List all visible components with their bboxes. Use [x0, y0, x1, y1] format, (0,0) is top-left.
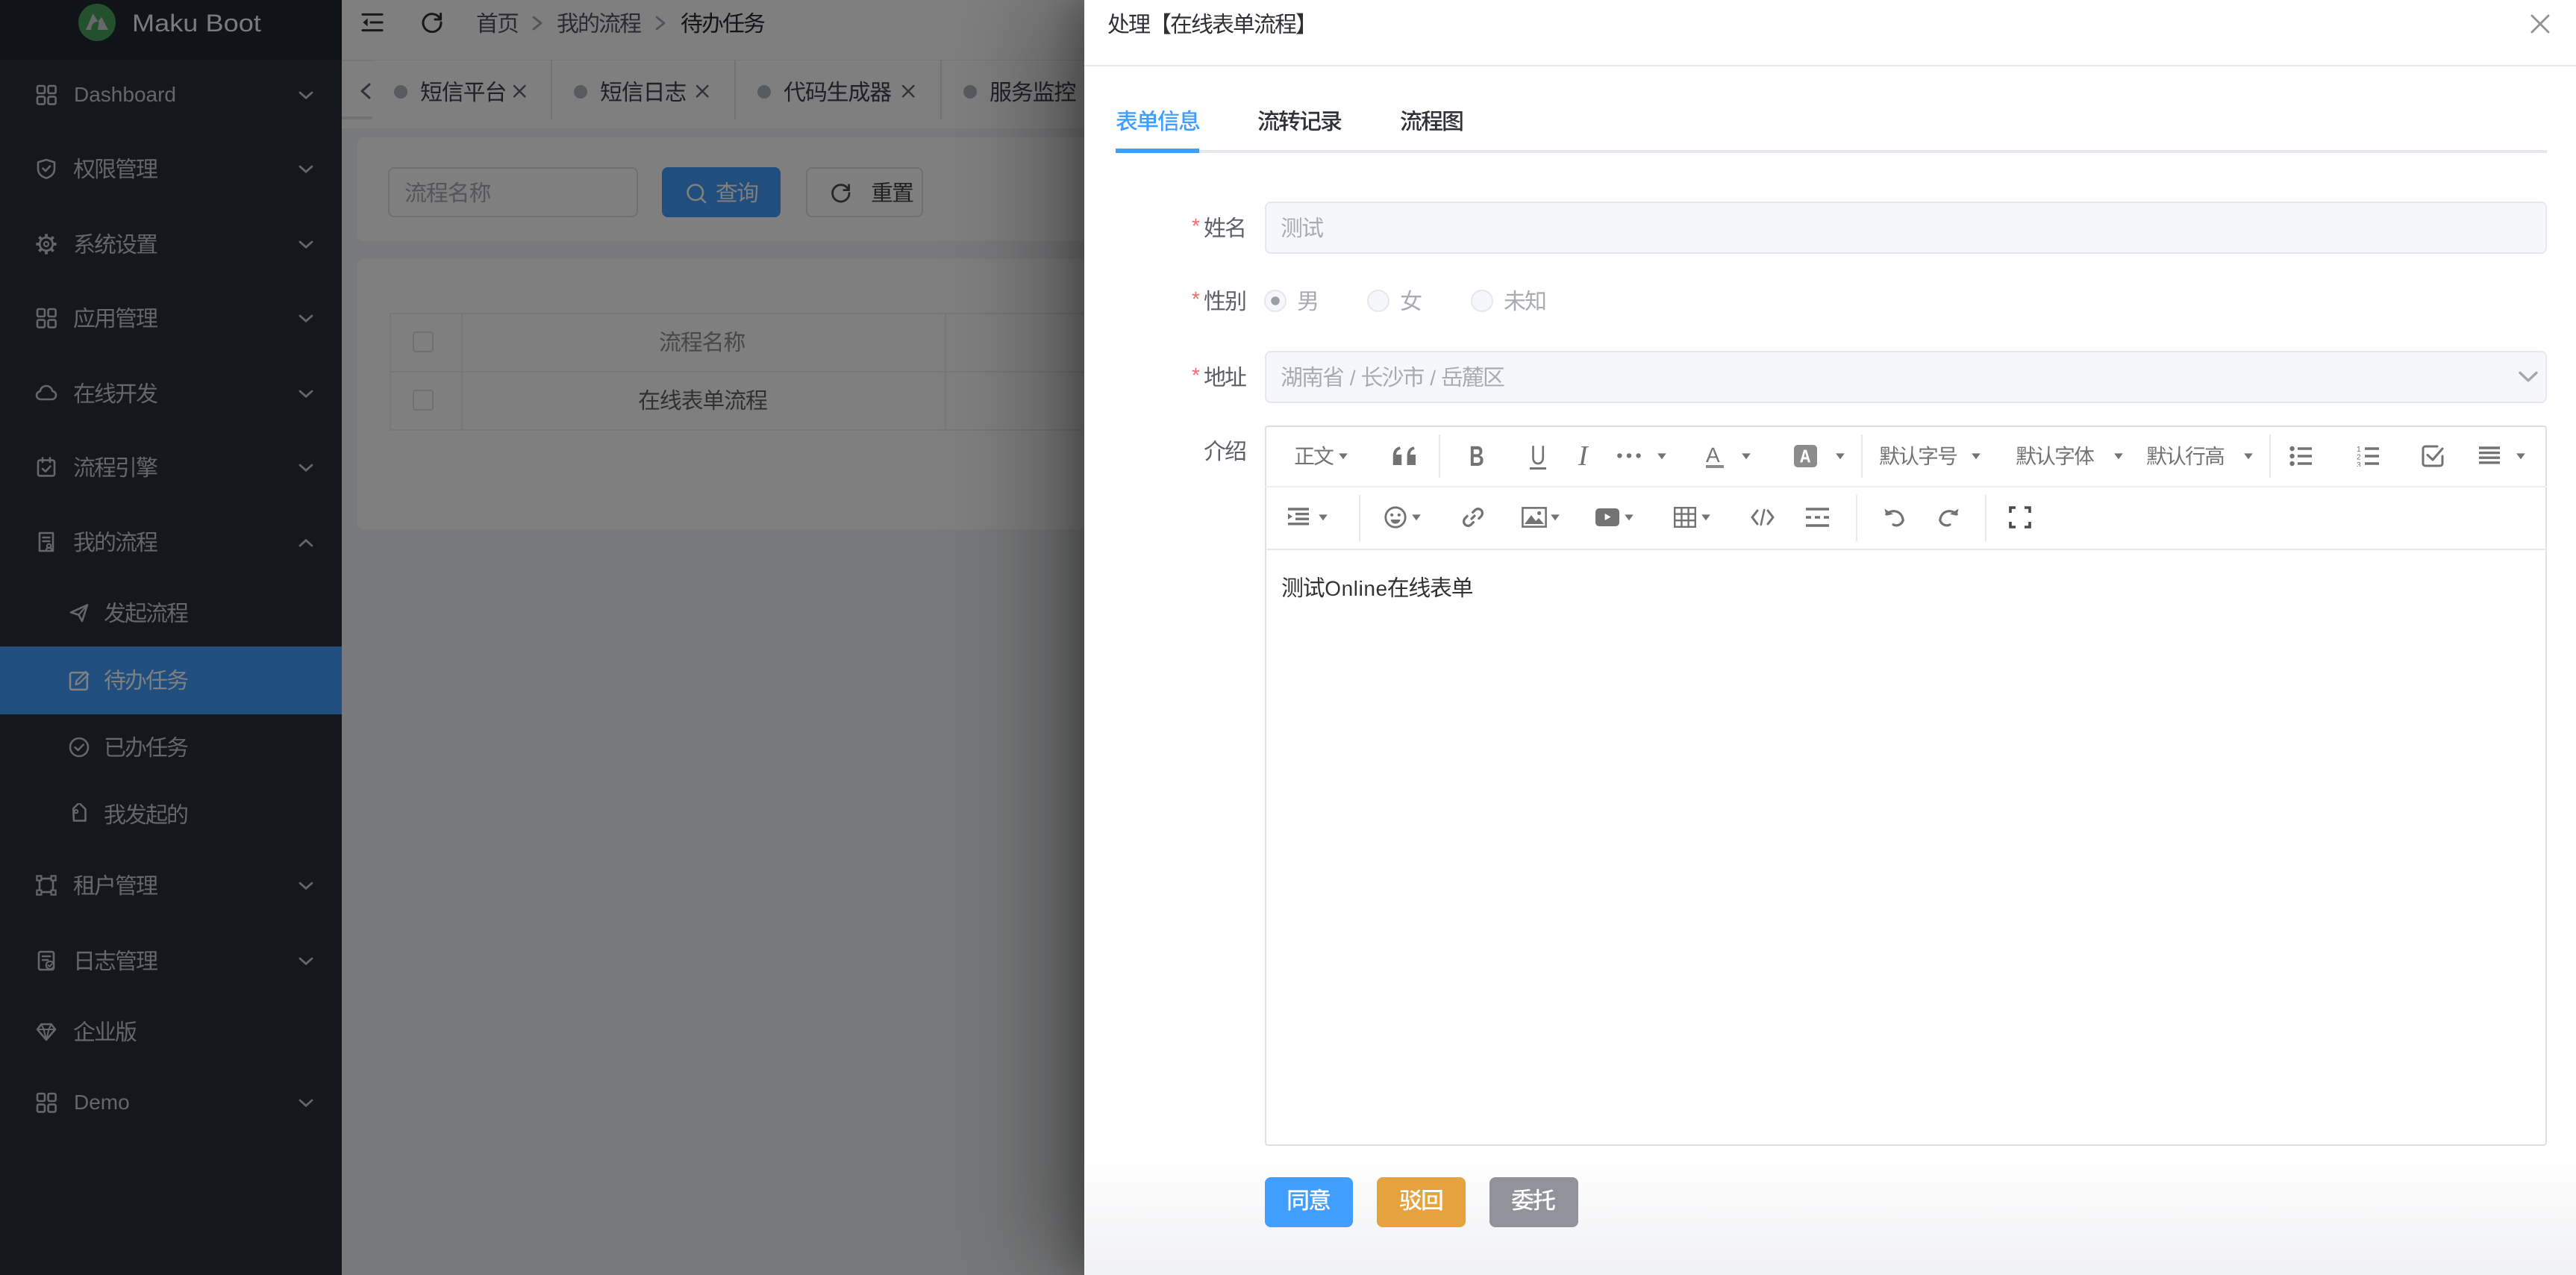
- svg-text:1: 1: [2357, 446, 2361, 454]
- svg-text:2: 2: [2357, 453, 2361, 461]
- svg-text:3: 3: [2357, 461, 2361, 467]
